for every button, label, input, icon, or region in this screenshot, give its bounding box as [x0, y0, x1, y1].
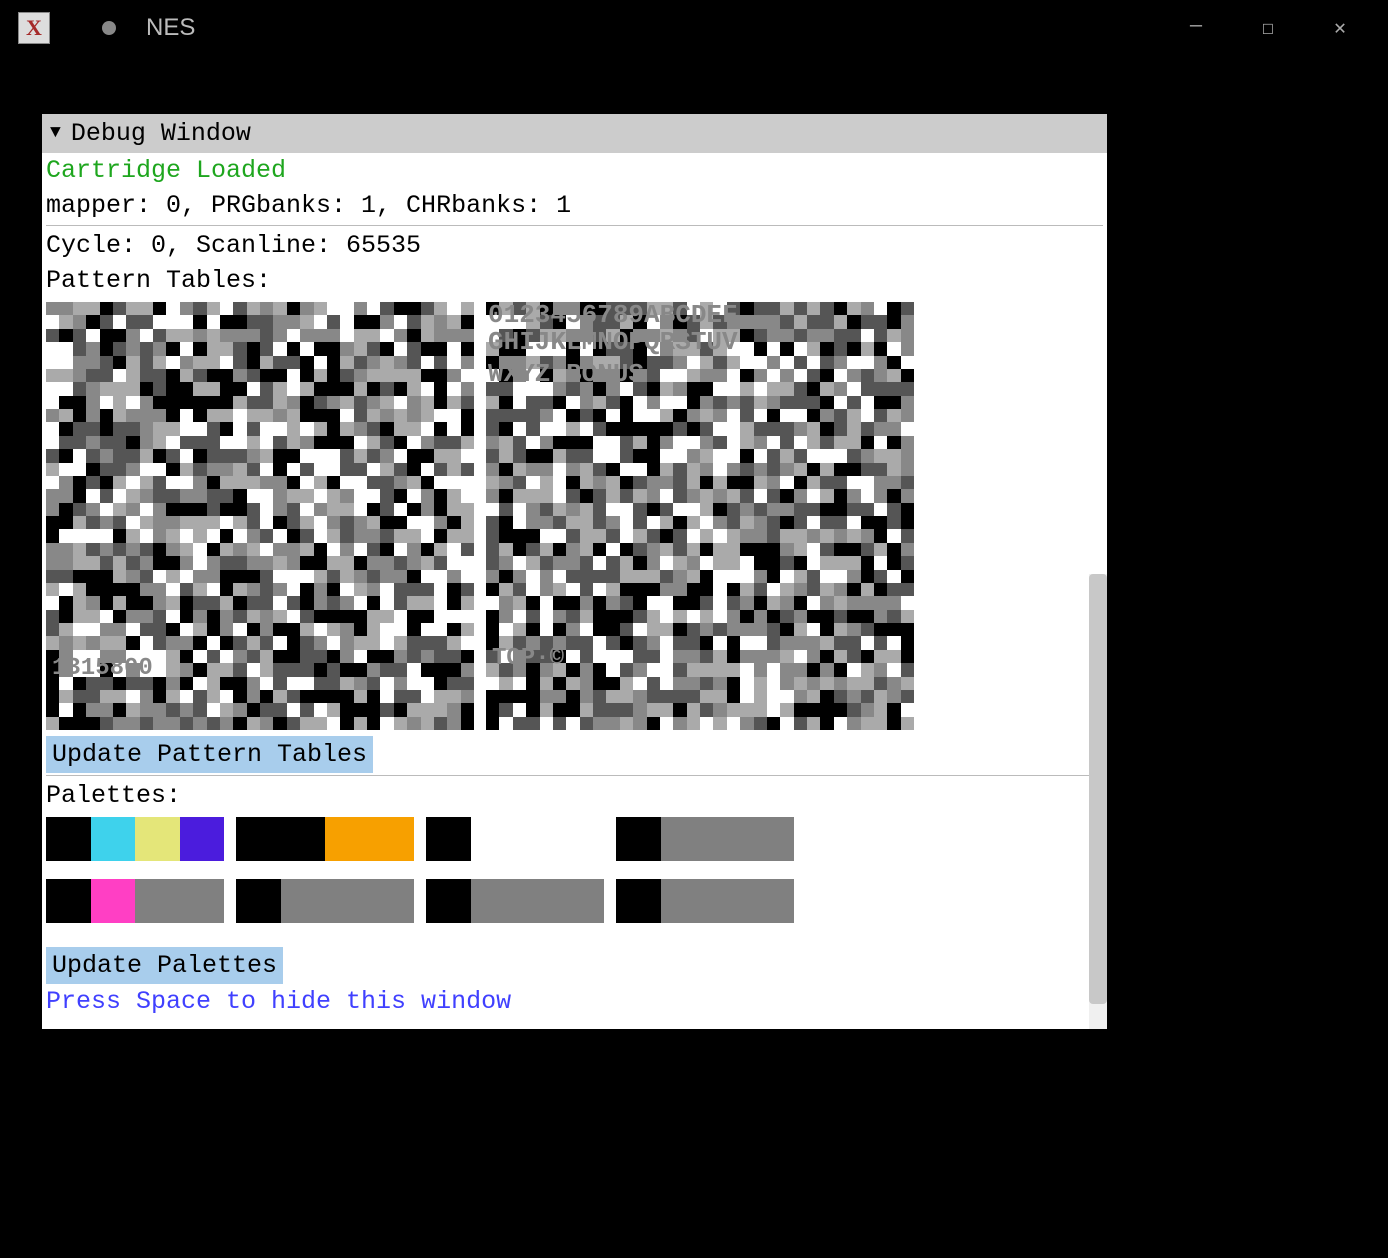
- app-icon: X: [18, 12, 50, 44]
- palette-swatch: [560, 817, 605, 861]
- palette-swatch: [750, 817, 795, 861]
- palette-1: [236, 817, 414, 861]
- palette-swatch: [426, 879, 471, 923]
- palettes-row-0: [46, 817, 1103, 861]
- palette-swatch: [46, 879, 91, 923]
- collapse-triangle-icon[interactable]: ▼: [50, 121, 61, 146]
- palette-0: [46, 879, 224, 923]
- pattern-tables-row: 1315800 0123456789ABCDEF GHIJKLMNOPQRSTU…: [46, 302, 1103, 730]
- update-palettes-button[interactable]: Update Palettes: [46, 947, 283, 984]
- palette-0: [46, 817, 224, 861]
- app-body: ▼ Debug Window Cartridge Loaded mapper: …: [0, 56, 1388, 1029]
- palettes-row-1: [46, 879, 1103, 923]
- separator: [46, 225, 1103, 226]
- pattern-score-text: 1315800: [52, 652, 153, 686]
- pattern-table-0: 1315800: [46, 302, 474, 730]
- pattern-bonus-text: WXYZ BONUS: [488, 356, 644, 392]
- palette-swatch: [616, 817, 661, 861]
- palette-swatch: [705, 817, 750, 861]
- debug-window-title: Debug Window: [71, 116, 251, 151]
- cartridge-info: mapper: 0, PRGbanks: 1, CHRbanks: 1: [46, 188, 1103, 223]
- pattern-tables-label: Pattern Tables:: [46, 263, 1103, 298]
- palette-swatch: [661, 817, 706, 861]
- palette-swatch: [91, 879, 136, 923]
- scrollbar[interactable]: [1089, 574, 1107, 1029]
- close-button[interactable]: ✕: [1328, 15, 1352, 41]
- palette-swatch: [515, 879, 560, 923]
- palette-swatch: [236, 879, 281, 923]
- palette-3: [616, 879, 794, 923]
- palette-swatch: [180, 817, 225, 861]
- palette-swatch: [325, 879, 370, 923]
- scrollbar-thumb[interactable]: [1089, 574, 1107, 1004]
- window-controls: — ☐ ✕: [1184, 15, 1370, 41]
- palette-swatch: [135, 817, 180, 861]
- update-pattern-tables-button[interactable]: Update Pattern Tables: [46, 736, 373, 773]
- palette-swatch: [281, 817, 326, 861]
- palette-3: [616, 817, 794, 861]
- palette-swatch: [281, 879, 326, 923]
- titlebar: X NES — ☐ ✕: [0, 0, 1388, 56]
- palette-2: [426, 817, 604, 861]
- pattern-charset-text: 0123456789ABCDEF GHIJKLMNOPQRSTUV: [486, 302, 914, 356]
- ppu-state: Cycle: 0, Scanline: 65535: [46, 228, 1103, 263]
- palette-swatch: [46, 817, 91, 861]
- cursor-icon: ➤: [954, 1030, 965, 1055]
- palette-swatch: [180, 879, 225, 923]
- palette-swatch: [370, 817, 415, 861]
- palette-swatch: [750, 879, 795, 923]
- help-text: Press Space to hide this window: [46, 984, 1103, 1019]
- separator: [46, 775, 1103, 776]
- pattern-top-text: TOP·©: [492, 642, 564, 676]
- palette-swatch: [370, 879, 415, 923]
- palette-swatch: [661, 879, 706, 923]
- palettes-label: Palettes:: [46, 778, 1103, 813]
- debug-window-header[interactable]: ▼ Debug Window: [42, 114, 1107, 153]
- palette-swatch: [471, 879, 516, 923]
- palette-swatch: [135, 879, 180, 923]
- maximize-button[interactable]: ☐: [1256, 15, 1280, 41]
- palette-swatch: [560, 879, 605, 923]
- palette-swatch: [705, 879, 750, 923]
- minimize-button[interactable]: —: [1184, 15, 1208, 41]
- palette-swatch: [471, 817, 516, 861]
- palette-swatch: [325, 817, 370, 861]
- unsaved-dot-icon: [102, 21, 116, 35]
- palette-swatch: [91, 817, 136, 861]
- palette-1: [236, 879, 414, 923]
- window-title: NES: [146, 14, 1184, 42]
- palette-2: [426, 879, 604, 923]
- debug-window: ▼ Debug Window Cartridge Loaded mapper: …: [42, 114, 1107, 1029]
- cartridge-status: Cartridge Loaded: [46, 153, 1103, 188]
- palette-swatch: [616, 879, 661, 923]
- palette-swatch: [236, 817, 281, 861]
- palette-swatch: [515, 817, 560, 861]
- palette-swatch: [426, 817, 471, 861]
- pattern-table-1: 0123456789ABCDEF GHIJKLMNOPQRSTUV WXYZ B…: [486, 302, 914, 730]
